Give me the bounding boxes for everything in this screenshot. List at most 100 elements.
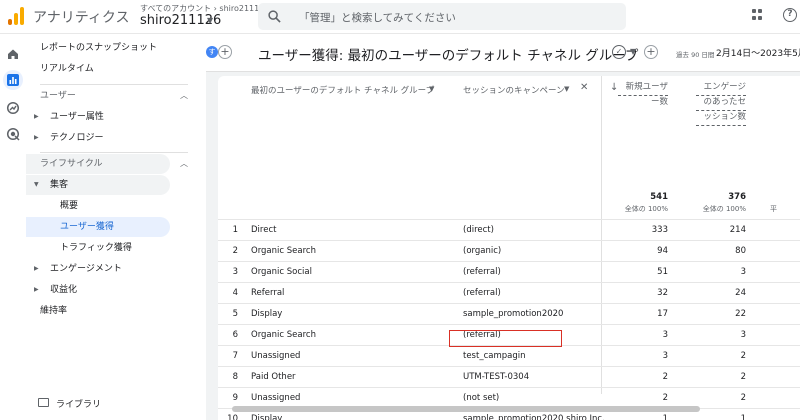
row-index: 1 <box>232 225 238 235</box>
row-index: 3 <box>232 267 238 277</box>
cell-channel-group: Unassigned <box>251 393 301 403</box>
cell-engaged-sessions: 22 <box>735 309 746 319</box>
sidebar-item-realtime[interactable]: リアルタイム <box>26 59 198 79</box>
sidebar-item-monetization[interactable]: ▶ 収益化 <box>26 280 198 300</box>
report-title: ユーザー獲得: 最初のユーザーのデフォルト チャネル グループ <box>258 48 639 64</box>
sidebar-section-lifecycle[interactable]: ライフサイクル ︿ <box>26 154 198 174</box>
cell-new-users: 3 <box>662 351 668 361</box>
dimension-1-header[interactable]: 最初のユーザーのデフォルト チャネル グループ <box>251 84 434 96</box>
sidebar-item-demographics[interactable]: ▶ ユーザー属性 <box>26 107 198 127</box>
cell-engaged-sessions: 3 <box>740 330 746 340</box>
collapse-icon[interactable]: ︿ <box>180 154 188 174</box>
cell-engaged-sessions: 2 <box>740 351 746 361</box>
cell-channel-group: Organic Search <box>251 330 316 340</box>
metric-3-partial-label: 平 <box>770 205 777 213</box>
advertising-icon[interactable] <box>3 124 23 144</box>
cell-channel-group: Display <box>251 414 283 420</box>
total-new-users: 541 <box>650 192 668 202</box>
reports-icon[interactable] <box>3 70 23 90</box>
sidebar-item-user-acquisition[interactable]: ユーザー獲得 <box>26 217 198 237</box>
sidebar-divider <box>40 84 188 85</box>
cell-engaged-sessions: 2 <box>740 393 746 403</box>
search-bar[interactable]: 「管理」と検索してみてください <box>258 3 626 30</box>
sidebar-item-engagement[interactable]: ▶ エンゲージメント <box>26 259 198 279</box>
apps-grid-icon[interactable] <box>752 9 764 21</box>
cell-new-users: 333 <box>651 225 668 235</box>
row-index: 9 <box>232 393 238 403</box>
row-index: 5 <box>232 309 238 319</box>
remove-dimension-icon[interactable]: ✕ <box>580 82 588 93</box>
row-index: 10 <box>227 414 238 420</box>
expand-arrow-icon: ▶ <box>34 113 39 120</box>
cell-new-users: 2 <box>662 372 668 382</box>
report-menu-dropdown-icon[interactable]: ▼ <box>630 47 636 56</box>
cell-channel-group: Referral <box>251 288 285 298</box>
sidebar-item-tech[interactable]: ▶ テクノロジー <box>26 128 198 148</box>
add-comparison-button[interactable]: + <box>218 45 232 59</box>
table-row[interactable]: 3 Organic Social (referral) 51 3 <box>218 261 800 282</box>
reports-sidebar: レポートのスナップショット リアルタイム ユーザー ︿ ▶ ユーザー属性 ▶ テ… <box>26 34 206 420</box>
sidebar-item-traffic-acquisition[interactable]: トラフィック獲得 <box>26 238 198 258</box>
date-period-label[interactable]: 過去 90 日間 <box>676 49 714 59</box>
cell-engaged-sessions: 80 <box>735 246 746 256</box>
table-row[interactable]: 9 Unassigned (not set) 2 2 <box>218 387 800 408</box>
cell-engaged-sessions: 214 <box>729 225 746 235</box>
report-header: す + ユーザー獲得: 最初のユーザーのデフォルト チャネル グループ ✓ ▼ … <box>206 34 800 72</box>
cell-session-campaign: (organic) <box>463 246 502 256</box>
sidebar-item-acquisition[interactable]: ▼ 集客 <box>26 175 198 195</box>
row-index: 8 <box>232 372 238 382</box>
table-row[interactable]: 2 Organic Search (organic) 94 80 <box>218 240 800 261</box>
sidebar-item-snapshot[interactable]: レポートのスナップショット <box>26 38 198 58</box>
total-engaged-sessions-share: 全体の 100% <box>702 205 746 213</box>
cell-new-users: 3 <box>662 330 668 340</box>
explore-icon[interactable] <box>3 98 23 118</box>
cell-session-campaign: (referral) <box>463 288 501 298</box>
search-input[interactable]: 「管理」と検索してみてください <box>299 10 456 25</box>
metric-engaged-sessions-header[interactable]: エンゲージ のあったセ ッション数 <box>696 81 746 126</box>
collapse-arrow-icon: ▼ <box>34 181 39 188</box>
cell-new-users: 94 <box>657 246 668 256</box>
cell-channel-group: Organic Search <box>251 246 316 256</box>
date-range-picker[interactable]: 2月14日～2023年5月14 <box>716 46 800 59</box>
analytics-logo-icon[interactable] <box>8 7 24 25</box>
cell-channel-group: Paid Other <box>251 372 296 382</box>
table-row[interactable]: 5 Display sample_promotion2020 17 22 <box>218 303 800 324</box>
data-table: 最初のユーザーのデフォルト チャネル グループ ▼ セッションのキャンペーン ▼… <box>218 76 800 420</box>
comparison-chip[interactable]: す <box>206 46 218 58</box>
total-new-users-share: 全体の 100% <box>624 205 668 213</box>
horizontal-scrollbar[interactable] <box>232 406 700 412</box>
help-icon[interactable]: ? <box>783 8 797 22</box>
sidebar-section-user[interactable]: ユーザー ︿ <box>26 86 198 106</box>
collapse-icon[interactable]: ︿ <box>180 86 188 106</box>
dimension-1-dropdown-icon[interactable]: ▼ <box>429 85 434 93</box>
row-index: 6 <box>232 330 238 340</box>
search-icon <box>268 10 281 23</box>
table-row[interactable]: 8 Paid Other UTM-TEST-0304 2 2 <box>218 366 800 387</box>
cell-engaged-sessions: 2 <box>740 372 746 382</box>
sidebar-item-retention[interactable]: 維持率 <box>26 301 198 321</box>
sidebar-divider <box>40 152 188 153</box>
cell-channel-group: Display <box>251 309 283 319</box>
expand-arrow-icon: ▶ <box>34 134 39 141</box>
cell-session-campaign: sample_promotion2020 <box>463 309 564 319</box>
metric-new-users-header[interactable]: 新規ユーザ ー数 <box>618 81 668 109</box>
dimension-2-header[interactable]: セッションのキャンペーン <box>463 84 565 96</box>
cell-session-campaign: (direct) <box>463 225 494 235</box>
cell-new-users: 51 <box>657 267 668 277</box>
table-row[interactable]: 1 Direct (direct) 333 214 <box>218 219 800 240</box>
add-report-button[interactable]: + <box>644 45 658 59</box>
highlight-annotation-box <box>449 330 562 347</box>
home-icon[interactable] <box>3 44 23 64</box>
cell-channel-group: Organic Social <box>251 267 312 277</box>
top-bar: アナリティクス すべてのアカウント › shiro211126 shiro211… <box>0 0 800 34</box>
report-status-check-icon[interactable]: ✓ <box>612 45 626 59</box>
dimension-2-dropdown-icon[interactable]: ▼ <box>564 85 569 93</box>
cell-session-campaign: sample_promotion2020 shiro Inc. <box>463 414 605 420</box>
account-dropdown-icon[interactable]: ▼ <box>207 16 213 25</box>
row-index: 7 <box>232 351 238 361</box>
cell-channel-group: Unassigned <box>251 351 301 361</box>
sidebar-item-acquisition-overview[interactable]: 概要 <box>26 196 198 216</box>
table-row[interactable]: 7 Unassigned test_campagin 3 2 <box>218 345 800 366</box>
app-title: アナリティクス <box>33 10 130 26</box>
table-row[interactable]: 4 Referral (referral) 32 24 <box>218 282 800 303</box>
